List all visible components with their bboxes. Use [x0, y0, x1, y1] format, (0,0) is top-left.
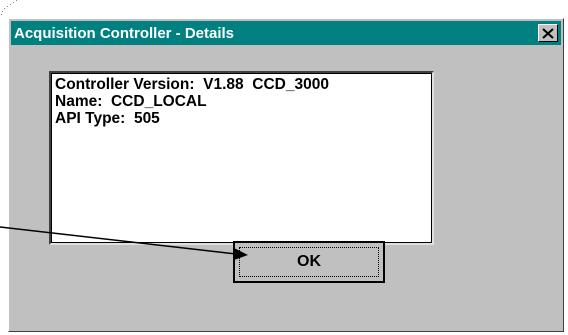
name-line: Name: CCD_LOCAL — [55, 93, 207, 110]
selection-dots-decoration — [1, 0, 17, 15]
ok-button-label: OK — [297, 253, 321, 270]
api-type-line: API Type: 505 — [55, 110, 160, 127]
close-button[interactable] — [538, 24, 558, 42]
close-icon — [542, 27, 554, 39]
title-bar[interactable]: Acquisition Controller - Details — [11, 21, 561, 45]
screenshot-stage: Acquisition Controller - Details Control… — [0, 0, 568, 335]
ok-button[interactable]: OK — [233, 241, 385, 283]
details-dialog: Acquisition Controller - Details Control… — [8, 18, 564, 332]
controller-version-line: Controller Version: V1.88 CCD_3000 — [55, 76, 329, 93]
window-title: Acquisition Controller - Details — [14, 24, 235, 42]
details-text-box[interactable]: Controller Version: V1.88 CCD_3000 Name:… — [49, 71, 434, 245]
